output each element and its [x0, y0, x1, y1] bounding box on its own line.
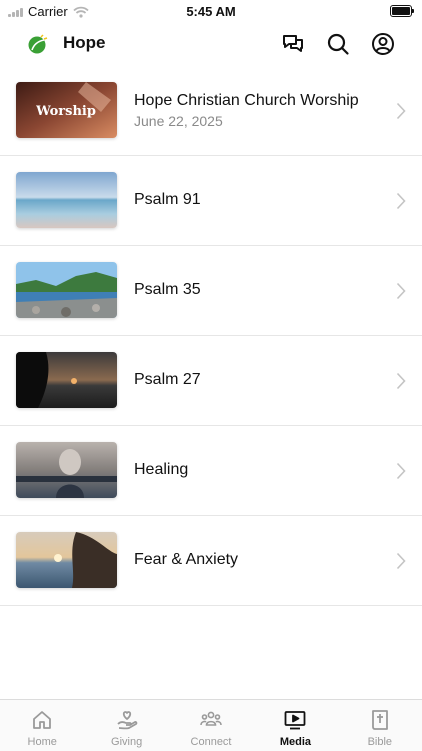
media-item-title: Healing	[134, 461, 189, 478]
tab-bar: Home Giving Connect Media Bible	[0, 699, 422, 751]
profile-icon[interactable]	[371, 32, 395, 56]
media-item-title: Psalm 35	[134, 281, 201, 298]
media-thumbnail	[16, 172, 117, 228]
chevron-right-icon	[396, 282, 406, 300]
chevron-right-icon	[396, 372, 406, 390]
chevron-right-icon	[396, 102, 406, 120]
media-item-healing[interactable]: Healing	[0, 426, 422, 516]
tab-giving[interactable]: Giving	[84, 700, 168, 751]
app-title: Hope	[63, 33, 106, 52]
chevron-right-icon	[396, 552, 406, 570]
media-icon	[285, 711, 306, 730]
media-item-psalm-35[interactable]: Psalm 35	[0, 246, 422, 336]
media-item-date: June 22, 2025	[134, 113, 223, 129]
status-time: 5:45 AM	[186, 4, 236, 19]
hope-logo-icon	[28, 34, 48, 54]
media-item-title: Psalm 91	[134, 191, 201, 208]
media-item-worship[interactable]: Worship Hope Christian Church Worship Ju…	[0, 66, 422, 156]
tab-bible-label: Bible	[367, 736, 393, 748]
media-list: Worship Hope Christian Church Worship Ju…	[0, 66, 422, 606]
media-thumbnail	[16, 442, 117, 498]
chevron-right-icon	[396, 192, 406, 210]
search-icon[interactable]	[326, 32, 350, 56]
media-thumbnail	[16, 352, 117, 408]
tab-connect[interactable]: Connect	[169, 700, 253, 751]
media-item-psalm-91[interactable]: Psalm 91	[0, 156, 422, 246]
tab-home[interactable]: Home	[0, 700, 84, 751]
media-item-title: Psalm 27	[134, 371, 201, 388]
media-item-title: Fear & Anxiety	[134, 551, 239, 568]
tab-media-label: Media	[279, 736, 312, 748]
tab-giving-label: Giving	[111, 736, 143, 748]
chat-icon[interactable]	[281, 32, 305, 56]
media-thumbnail	[16, 262, 117, 318]
tab-bible[interactable]: Bible	[338, 700, 422, 751]
tab-home-label: Home	[27, 736, 57, 748]
media-item-title: Hope Christian Church Worship	[134, 92, 359, 109]
thumbnail-caption: Worship	[35, 104, 96, 119]
status-bar: Carrier 5:45 AM	[0, 0, 422, 22]
battery-icon	[390, 5, 414, 17]
giving-icon	[116, 711, 137, 730]
media-thumbnail: Worship	[16, 82, 117, 138]
chevron-right-icon	[396, 462, 406, 480]
media-item-fear-anxiety[interactable]: Fear & Anxiety	[0, 516, 422, 606]
connect-icon	[200, 711, 222, 726]
bible-icon	[371, 710, 388, 730]
home-icon	[33, 711, 52, 729]
media-item-psalm-27[interactable]: Psalm 27	[0, 336, 422, 426]
media-thumbnail	[16, 532, 117, 588]
tab-connect-label: Connect	[190, 736, 232, 748]
app-bar: Hope	[0, 22, 422, 66]
tab-media[interactable]: Media	[253, 700, 337, 751]
